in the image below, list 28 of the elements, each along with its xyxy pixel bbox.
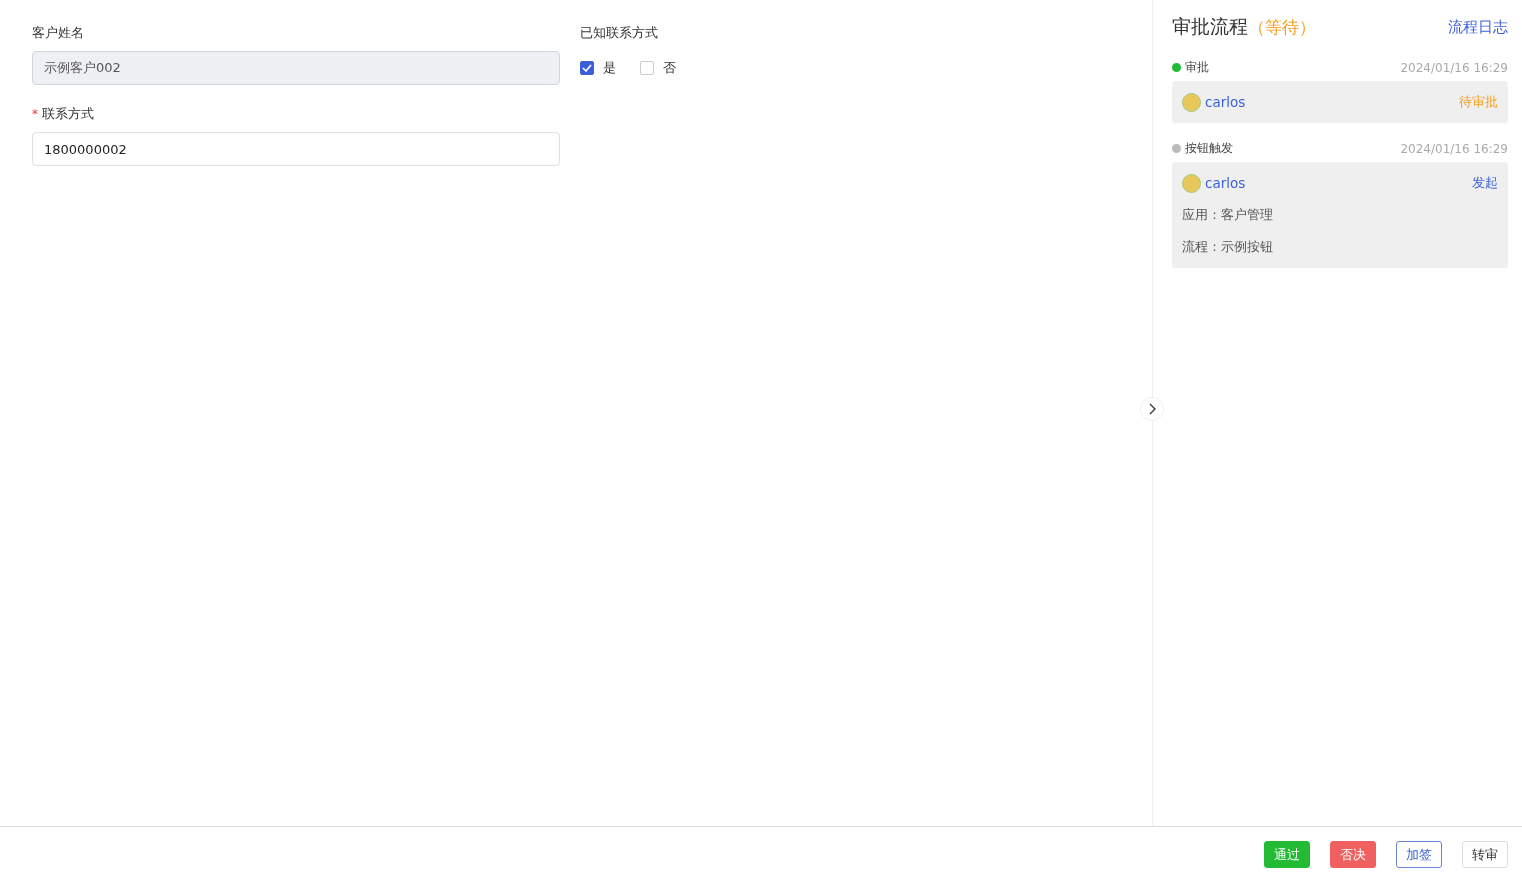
- checkbox-label: 否: [663, 59, 676, 77]
- log-link[interactable]: 流程日志: [1448, 17, 1508, 37]
- required-mark: *: [32, 106, 38, 123]
- checkbox[interactable]: [580, 61, 594, 75]
- step-name: 按钮触发: [1185, 141, 1233, 156]
- field-label: 已知联系方式: [580, 24, 658, 42]
- collapse-toggle[interactable]: [1140, 397, 1164, 421]
- user-name: carlos: [1205, 94, 1246, 110]
- status-text: （等待）: [1248, 15, 1316, 39]
- action-button[interactable]: 转审: [1462, 841, 1508, 868]
- avatar: [1182, 173, 1201, 193]
- avatar: [1182, 92, 1201, 112]
- user-name: carlos: [1205, 175, 1246, 191]
- action-button[interactable]: 否决: [1330, 841, 1376, 868]
- step-state: 发起: [1472, 174, 1498, 192]
- field-label: 联系方式: [42, 105, 94, 123]
- chevron-right-icon: [1148, 403, 1156, 415]
- step-name: 审批: [1185, 60, 1209, 75]
- input-field[interactable]: 1800000002: [32, 132, 560, 166]
- action-button[interactable]: 加签: [1396, 841, 1442, 868]
- step-time: 2024/01/16 16:29: [1400, 141, 1508, 156]
- panel-title: 审批流程: [1172, 14, 1248, 39]
- step-state: 待审批: [1459, 93, 1498, 111]
- checkbox-label: 是: [603, 59, 616, 77]
- detail-text: 应用：客户管理: [1182, 206, 1274, 224]
- detail-text: 流程：示例按钮: [1182, 238, 1274, 256]
- step-time: 2024/01/16 16:29: [1400, 60, 1508, 75]
- field-label: 客户姓名: [32, 24, 84, 42]
